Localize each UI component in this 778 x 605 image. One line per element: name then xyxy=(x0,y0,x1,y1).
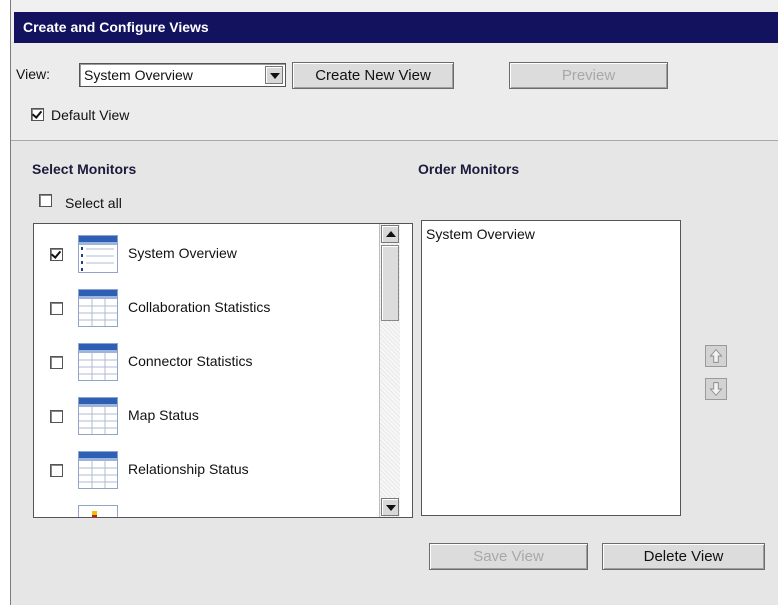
list-view-icon xyxy=(78,235,118,273)
monitor-name: Relationship Status xyxy=(128,461,249,477)
title-area: Create and Configure Views xyxy=(11,0,778,43)
list-item[interactable]: Relationship Status xyxy=(34,444,379,496)
move-up-icon[interactable] xyxy=(705,345,727,367)
select-monitors-heading: Select Monitors xyxy=(32,161,137,177)
scroll-up-icon[interactable] xyxy=(381,225,399,243)
list-item[interactable] xyxy=(34,498,379,517)
view-label: View: xyxy=(16,66,50,82)
list-item[interactable]: System Overview xyxy=(426,226,535,242)
scroll-down-icon[interactable] xyxy=(381,498,399,516)
chart-icon xyxy=(78,505,118,517)
view-select-value: System Overview xyxy=(84,67,193,83)
monitor-list[interactable]: System Overview Collaboration Statistics xyxy=(33,223,413,518)
delete-view-button[interactable]: Delete View xyxy=(602,543,765,570)
monitor-checkbox[interactable] xyxy=(50,464,63,477)
select-all-checkbox[interactable] xyxy=(39,194,52,207)
move-down-icon[interactable] xyxy=(705,378,727,400)
table-icon xyxy=(78,397,118,435)
monitor-checkbox[interactable] xyxy=(50,410,63,423)
select-all-label: Select all xyxy=(65,195,122,211)
order-monitors-list[interactable]: System Overview xyxy=(421,220,681,516)
dialog-window: Create and Configure Views View: System … xyxy=(10,0,778,605)
monitor-name: System Overview xyxy=(128,245,237,261)
default-view-checkbox[interactable] xyxy=(31,108,44,121)
list-item[interactable]: System Overview xyxy=(34,228,379,280)
page: Create and Configure Views View: System … xyxy=(0,0,778,605)
list-item[interactable]: Map Status xyxy=(34,390,379,442)
scroll-thumb[interactable] xyxy=(381,245,399,321)
title-bar: Create and Configure Views xyxy=(14,12,778,43)
list-item[interactable]: Connector Statistics xyxy=(34,336,379,388)
monitor-name: Connector Statistics xyxy=(128,353,253,369)
create-new-view-button[interactable]: Create New View xyxy=(292,62,454,89)
dropdown-arrow-icon[interactable] xyxy=(265,66,283,84)
monitor-list-scrollbar[interactable] xyxy=(379,224,400,517)
save-view-button[interactable]: Save View xyxy=(429,543,588,570)
preview-button[interactable]: Preview xyxy=(509,62,668,89)
table-icon xyxy=(78,289,118,327)
view-config-panel: View: System Overview Create New View Pr… xyxy=(11,43,778,141)
monitor-checkbox[interactable] xyxy=(50,302,63,315)
table-icon xyxy=(78,343,118,381)
order-monitors-heading: Order Monitors xyxy=(418,161,520,177)
view-select[interactable]: System Overview xyxy=(79,63,286,87)
monitor-checkbox[interactable] xyxy=(50,248,63,261)
table-icon xyxy=(78,451,118,489)
monitor-checkbox[interactable] xyxy=(50,356,63,369)
monitor-name: Collaboration Statistics xyxy=(128,299,271,315)
list-item[interactable]: Collaboration Statistics xyxy=(34,282,379,334)
monitor-name: Map Status xyxy=(128,407,199,423)
default-view-label: Default View xyxy=(51,107,130,123)
